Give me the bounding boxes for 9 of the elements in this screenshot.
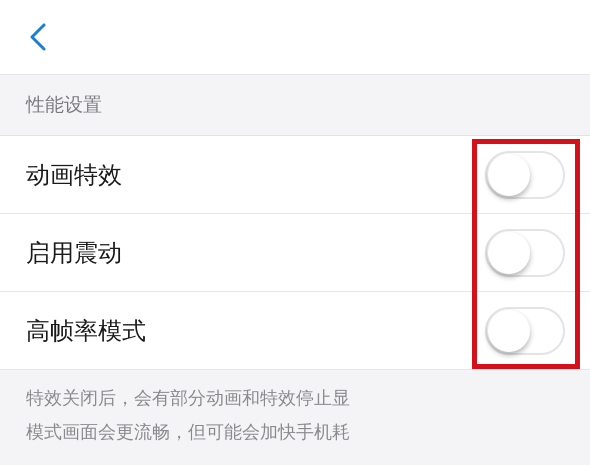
toggle-switch[interactable] [485,306,565,354]
section-title: 性能设置 [26,93,102,118]
toggle-switch[interactable] [485,228,565,276]
toggle-switch[interactable] [485,150,565,198]
footer-text: 模式画面会更流畅，但可能会加快手机耗 [26,421,351,445]
setting-label: 高帧率模式 [26,316,146,346]
footer-text: 特效关闭后，会有部分动画和特效停止显 [26,387,351,411]
setting-label: 动画特效 [26,160,122,190]
setting-label: 启用震动 [26,238,122,268]
